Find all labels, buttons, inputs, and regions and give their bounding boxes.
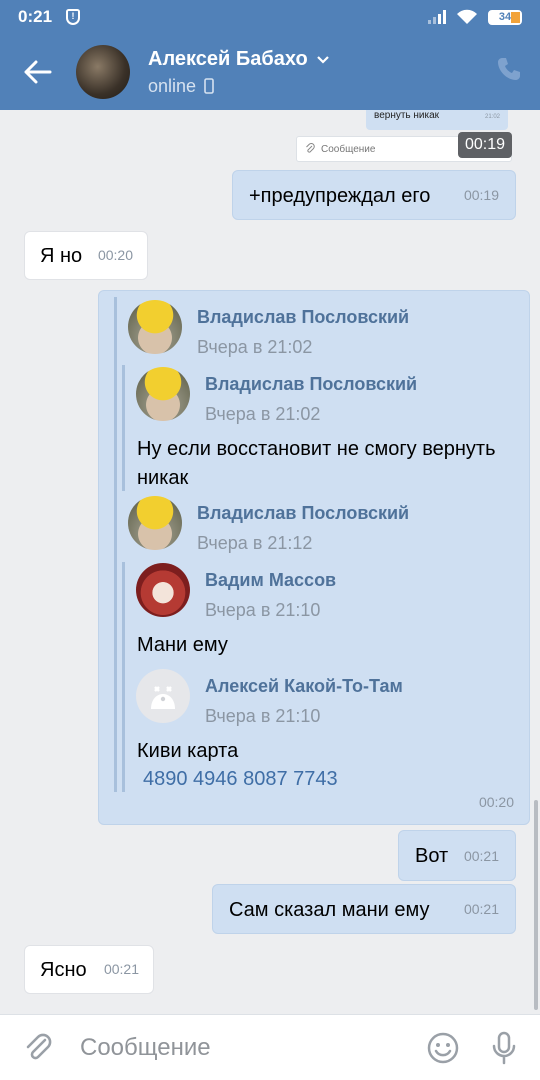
author-avatar [136,563,190,617]
screenshot-bubble: вернуть никак 21:02 [366,110,508,130]
message-list[interactable]: вернуть никак 21:02 Сообщение 00:19 +пре… [0,110,540,1014]
arrow-left-icon [24,60,52,84]
paperclip-icon [306,143,315,153]
back-button[interactable] [0,34,76,110]
forward-author[interactable]: Владислав Пословский Вчера в 21:02 [128,300,409,358]
message-incoming[interactable]: Ясно 00:21 [24,945,154,994]
message-time: 00:19 [463,187,499,203]
mobile-icon [204,78,214,94]
contact-name: Алексей Бабахо [148,47,308,70]
message-time: 00:21 [103,961,139,977]
ghost-icon [151,686,175,709]
quote-bar [122,365,125,491]
forward-text: Киви карта [137,740,239,762]
message-input[interactable]: Сообщение [76,1034,426,1062]
contact-avatar[interactable] [76,45,130,99]
composer: Сообщение [0,1014,540,1080]
message-time: 00:21 [463,848,499,864]
attach-button[interactable] [0,1032,76,1064]
quote-bar [122,562,125,792]
quote-bar [114,297,117,792]
message-text: Я но [40,245,83,267]
author-date: Вчера в 21:12 [197,533,313,553]
author-name: Алексей Какой-То-Там [205,676,403,696]
contact-status: online [148,75,197,96]
screenshot-time: 21:02 [484,114,500,120]
status-bar: 0:21 ! 34 [0,0,540,34]
message-text: +предупреждал его [249,185,431,207]
message-time: 00:20 [478,794,514,810]
screenshot-placeholder: Сообщение [321,143,376,155]
status-time: 0:21 [18,7,53,26]
message-time: 00:20 [97,247,133,263]
forward-author[interactable]: Алексей Какой-То-Там Вчера в 21:10 [136,669,403,727]
wifi-icon [457,9,477,24]
card-number-link[interactable]: 4890 4946 8087 7743 [143,765,338,794]
author-name: Вадим Массов [205,570,337,590]
author-avatar [136,669,190,723]
status-icons: 34 [428,9,522,25]
message-text: Сам сказал мани ему [229,899,430,921]
author-name: Владислав Пословский [197,307,410,327]
message-outgoing[interactable]: Вот 00:21 [398,830,516,881]
forward-author[interactable]: Владислав Пословский Вчера в 21:12 [128,496,409,554]
signal-icon [428,10,446,24]
battery-level: 34 [498,10,512,23]
author-avatar [136,367,190,421]
shield-icon: ! [66,9,81,25]
message-time: 00:21 [463,901,499,917]
scrollbar[interactable] [534,800,538,1010]
app-header: 0:21 ! 34 Алексей Бабахо online [0,0,540,110]
emoji-icon[interactable] [426,1031,460,1065]
message-outgoing[interactable]: +предупреждал его 00:19 [232,170,516,220]
screenshot-time-badge: 00:19 [458,132,512,158]
message-text: Вот [415,845,449,867]
author-date: Вчера в 21:10 [205,600,321,620]
forward-text: Мани ему [137,634,228,656]
author-avatar [128,300,182,354]
microphone-icon[interactable] [490,1031,518,1065]
screenshot-text: вернуть никак [374,110,440,121]
forward-author[interactable]: Вадим Массов Вчера в 21:10 [136,563,336,621]
forward-text: Ну если восстановит не смогу вернуть ник… [137,438,496,489]
author-date: Вчера в 21:10 [205,706,321,726]
author-date: Вчера в 21:02 [197,337,313,357]
author-avatar [128,496,182,550]
paperclip-icon [26,1033,52,1059]
author-date: Вчера в 21:02 [205,404,321,424]
phone-icon[interactable] [496,56,522,82]
message-incoming[interactable]: Я но 00:20 [24,231,148,280]
forward-author[interactable]: Владислав Пословский Вчера в 21:02 [136,367,417,425]
battery-icon: 34 [488,9,522,25]
message-outgoing[interactable]: Сам сказал мани ему 00:21 [212,884,516,934]
chevron-down-icon [316,55,329,64]
author-name: Владислав Пословский [205,374,418,394]
message-text: Ясно [40,959,87,981]
chat-header: Алексей Бабахо online [0,34,540,110]
author-name: Владислав Пословский [197,503,410,523]
contact-info[interactable]: Алексей Бабахо online [148,48,330,97]
